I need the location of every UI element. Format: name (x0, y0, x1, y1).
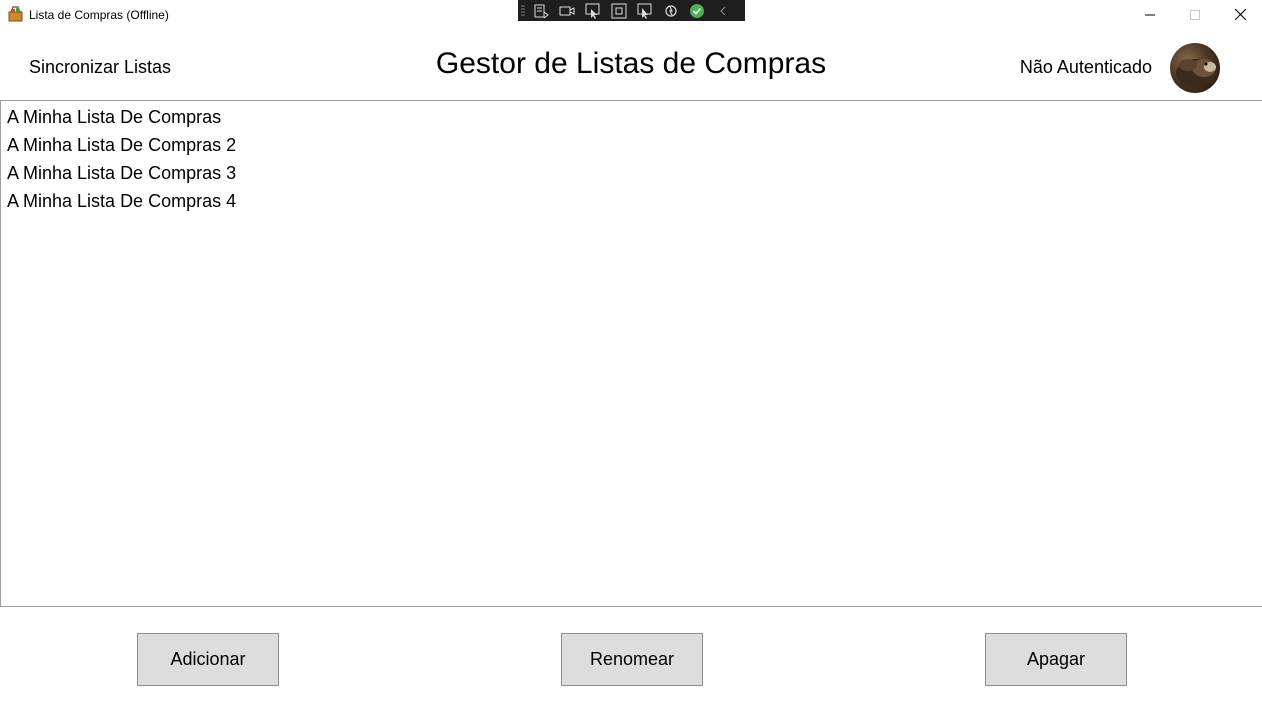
display-layout-adorners-icon[interactable] (606, 0, 632, 21)
maximize-button[interactable] (1172, 0, 1218, 29)
select-element-icon[interactable] (580, 0, 606, 21)
check-status-icon[interactable] (684, 0, 710, 21)
add-button[interactable]: Adicionar (137, 633, 279, 686)
drag-grip-icon[interactable] (518, 0, 528, 21)
app-window: Lista de Compras (Offline) Sincronizar L… (0, 0, 1262, 710)
list-item[interactable]: A Minha Lista De Compras 3 (7, 161, 236, 185)
record-icon[interactable] (554, 0, 580, 21)
auth-status-label: Não Autenticado (1019, 57, 1152, 77)
delete-button[interactable]: Apagar (985, 633, 1127, 686)
minimize-button[interactable] (1127, 0, 1173, 29)
list-item[interactable]: A Minha Lista De Compras (7, 105, 221, 129)
list-item[interactable]: A Minha Lista De Compras 4 (7, 189, 236, 213)
shopping-basket-icon (8, 6, 23, 22)
hot-reload-icon[interactable] (658, 0, 684, 21)
avatar[interactable] (1170, 43, 1220, 93)
track-focused-element-icon[interactable] (632, 0, 658, 21)
minimize-icon (1145, 14, 1155, 15)
close-icon (1234, 9, 1246, 20)
maximize-icon (1190, 9, 1200, 20)
live-visual-tree-icon[interactable] (528, 0, 554, 21)
debug-toolbar (518, 0, 745, 21)
shopping-lists-listbox[interactable]: A Minha Lista De Compras A Minha Lista D… (0, 100, 1262, 607)
list-item[interactable]: A Minha Lista De Compras 2 (7, 133, 236, 157)
rename-button[interactable]: Renomear (561, 633, 703, 686)
collapse-toolbar-icon[interactable] (710, 0, 736, 21)
window-title: Lista de Compras (Offline) (29, 8, 169, 22)
close-button[interactable] (1217, 0, 1262, 29)
